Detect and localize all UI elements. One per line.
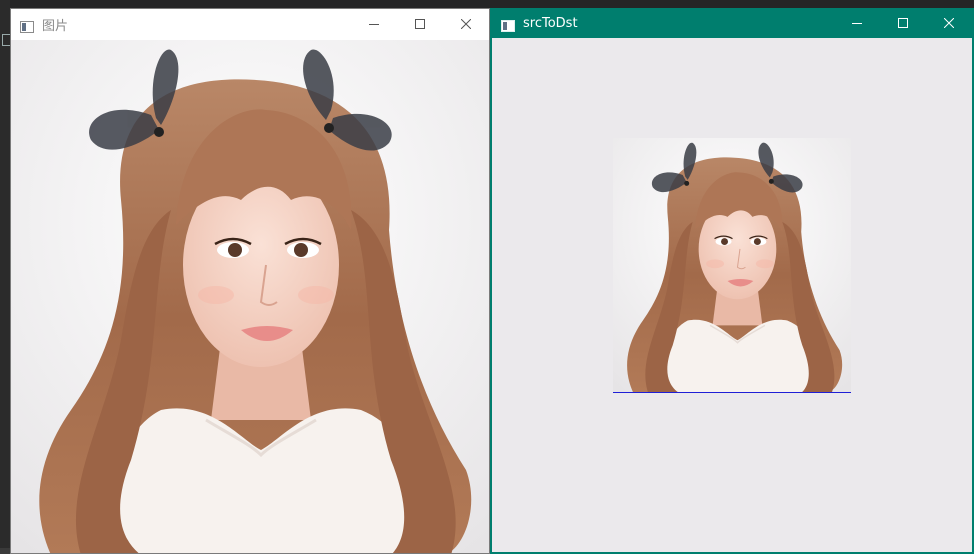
minimize-button[interactable] [834, 8, 880, 38]
close-button[interactable] [443, 9, 489, 39]
ide-left-gutter [0, 0, 12, 554]
maximize-icon [898, 18, 908, 28]
src-to-dst-window[interactable]: srcToDst [490, 8, 974, 554]
minimize-icon [852, 23, 862, 24]
portrait-image [11, 40, 489, 554]
window-app-icon [501, 17, 515, 32]
image-canvas [11, 40, 489, 554]
close-icon [944, 18, 954, 28]
window-title: 图片 [42, 18, 69, 34]
minimize-button[interactable] [351, 9, 397, 39]
picture-window-titlebar[interactable]: 图片 [11, 9, 489, 39]
close-button[interactable] [926, 8, 972, 38]
window-title: srcToDst [523, 15, 578, 31]
transformed-image [613, 138, 851, 392]
maximize-button[interactable] [397, 9, 443, 39]
window-app-icon [20, 18, 34, 33]
image-bottom-line [613, 392, 851, 393]
maximize-button[interactable] [880, 8, 926, 38]
maximize-icon [415, 19, 425, 29]
picture-window[interactable]: 图片 [10, 8, 490, 554]
close-icon [461, 19, 471, 29]
src-to-dst-titlebar[interactable]: srcToDst [492, 8, 972, 38]
minimize-icon [369, 24, 379, 25]
ide-top-strip [0, 0, 974, 8]
